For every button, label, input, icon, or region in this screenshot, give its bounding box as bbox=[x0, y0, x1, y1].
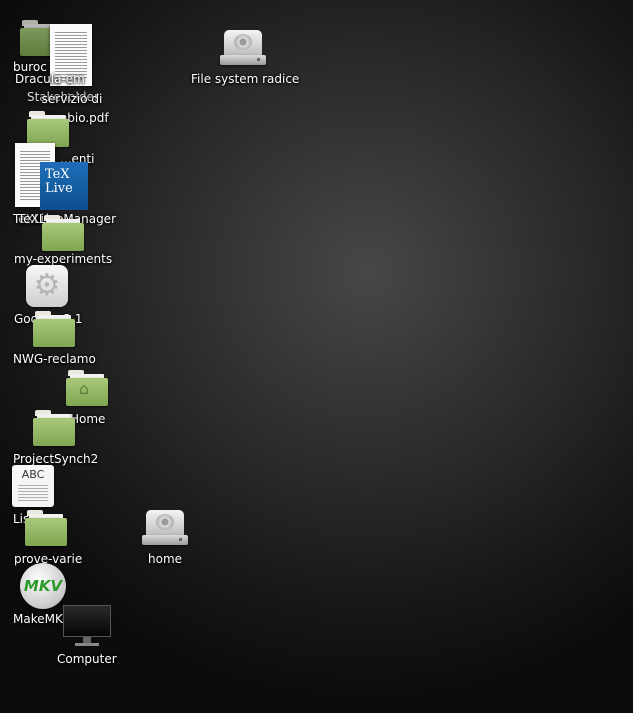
monitor-icon bbox=[63, 605, 111, 647]
desktop-label-home-drive[interactable]: home bbox=[148, 550, 182, 569]
folder-icon bbox=[27, 111, 69, 147]
folder-icon bbox=[33, 410, 75, 446]
texlive-icon: TeX Live bbox=[40, 162, 88, 210]
text-file-badge: ABC bbox=[21, 468, 45, 481]
home-folder-icon: ⌂ bbox=[66, 370, 108, 406]
texlive-icon-text: TeX Live bbox=[45, 167, 73, 196]
makemkv-icon: MKV bbox=[20, 563, 66, 609]
text-file-icon: ABC bbox=[12, 465, 54, 507]
desktop-label-computer[interactable]: Computer bbox=[57, 650, 117, 669]
makemkv-icon-text: MKV bbox=[23, 577, 63, 595]
desktop-label-file-system-radice[interactable]: File system radice bbox=[191, 70, 299, 89]
desktop-label-dracula[interactable]: Dracula-em bbox=[15, 70, 85, 89]
folder-icon bbox=[25, 510, 67, 546]
desktop-label-nwg-reclamo[interactable]: NWG-reclamo bbox=[13, 350, 96, 369]
desktop-label-home-folder[interactable]: Home bbox=[70, 410, 105, 429]
hard-drive-icon bbox=[142, 510, 188, 546]
folder-icon bbox=[33, 311, 75, 347]
desktop[interactable]: buroc Dracula-em Stakeholder servizio di… bbox=[0, 0, 633, 713]
hard-drive-icon bbox=[220, 30, 266, 66]
folder-icon bbox=[42, 215, 84, 251]
gears-icon: ⚙ bbox=[26, 265, 68, 307]
